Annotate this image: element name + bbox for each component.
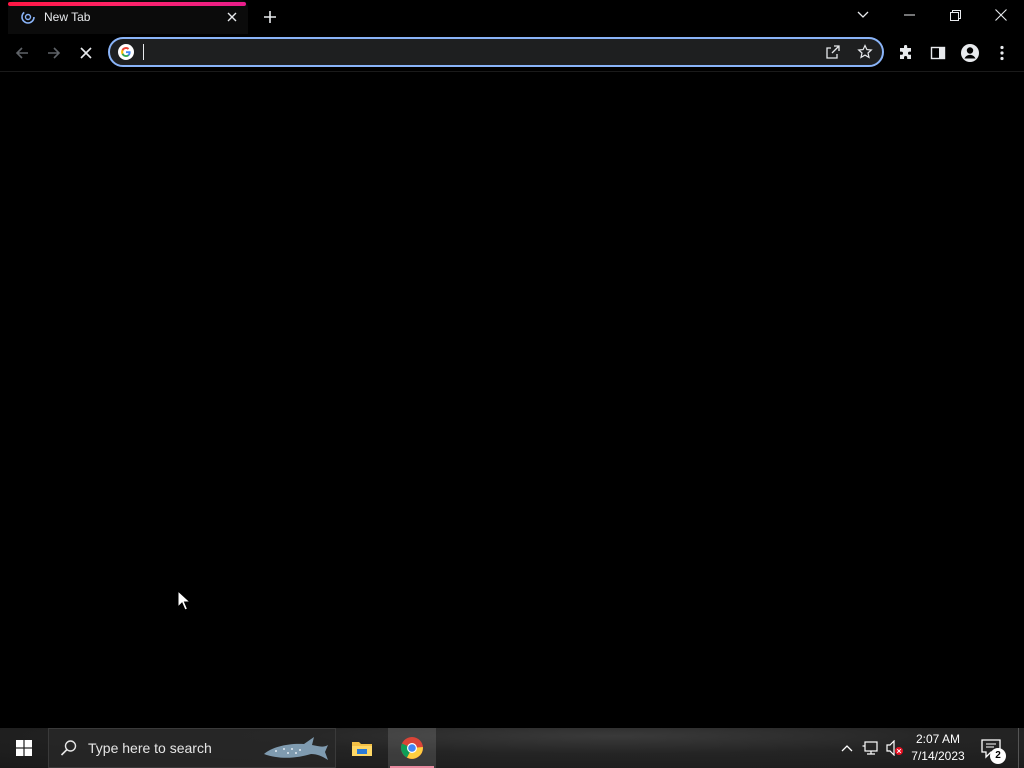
chrome-icon — [401, 737, 423, 759]
network-button[interactable] — [862, 739, 880, 757]
restore-button[interactable] — [932, 0, 978, 30]
extensions-icon — [900, 45, 911, 59]
system-clock[interactable]: 2:07 AM 7/14/2023 — [906, 731, 970, 765]
close-icon[interactable] — [224, 9, 240, 25]
forward-arrow-icon — [48, 47, 61, 59]
more-menu-icon — [1000, 45, 1004, 61]
stop-button[interactable] — [74, 41, 98, 65]
profile-icon — [961, 44, 979, 62]
forward-button[interactable] — [42, 41, 66, 65]
chevron-up-icon — [841, 745, 853, 752]
page-content — [0, 72, 1024, 728]
stop-icon — [80, 47, 92, 59]
new-tab-button[interactable] — [260, 7, 280, 27]
start-button[interactable] — [0, 728, 48, 768]
loading-spinner-icon — [20, 9, 36, 25]
tab-search-button[interactable] — [840, 0, 886, 30]
back-arrow-icon — [15, 47, 28, 59]
address-input[interactable] — [142, 42, 782, 62]
volume-muted-icon — [886, 740, 903, 756]
chevron-down-icon — [857, 11, 869, 18]
clock-date: 7/14/2023 — [911, 749, 965, 763]
side-panel-icon — [930, 46, 946, 60]
volume-button[interactable] — [886, 739, 904, 757]
folder-icon — [352, 742, 372, 756]
restore-icon — [949, 9, 961, 21]
address-bar[interactable] — [108, 37, 884, 67]
browser-toolbar — [0, 34, 1024, 72]
mouse-pointer-icon — [177, 590, 191, 611]
tab-strip: New Tab — [0, 0, 1024, 34]
back-button[interactable] — [10, 41, 34, 65]
text-caret — [143, 44, 144, 60]
taskbar: Type here to search 2:07 AM 7/14/2023 2 — [0, 728, 1024, 768]
close-window-button[interactable] — [978, 0, 1024, 30]
network-icon — [862, 741, 878, 755]
share-icon[interactable] — [824, 43, 842, 61]
star-icon[interactable] — [856, 43, 874, 61]
extensions-button[interactable] — [894, 41, 918, 65]
taskbar-file-explorer[interactable] — [338, 728, 386, 768]
plus-icon — [264, 11, 276, 23]
windows-start-icon — [16, 740, 32, 756]
search-icon — [60, 740, 77, 756]
show-desktop-button[interactable] — [1018, 728, 1019, 768]
search-placeholder: Type here to search — [88, 740, 212, 756]
minimize-button[interactable] — [886, 0, 932, 30]
taskbar-chrome[interactable] — [388, 728, 436, 768]
close-icon — [995, 9, 1007, 21]
side-panel-button[interactable] — [926, 41, 950, 65]
profile-button[interactable] — [958, 41, 982, 65]
tab-loading-bar — [8, 2, 246, 6]
show-hidden-icons-button[interactable] — [838, 739, 856, 757]
tab-title: New Tab — [44, 10, 91, 24]
more-menu-button[interactable] — [990, 41, 1014, 65]
clock-time: 2:07 AM — [915, 732, 961, 746]
minimize-icon — [903, 14, 915, 16]
whale-shark-icon — [264, 737, 328, 760]
notifications-badge: 2 — [990, 748, 1006, 764]
google-icon — [118, 44, 134, 60]
